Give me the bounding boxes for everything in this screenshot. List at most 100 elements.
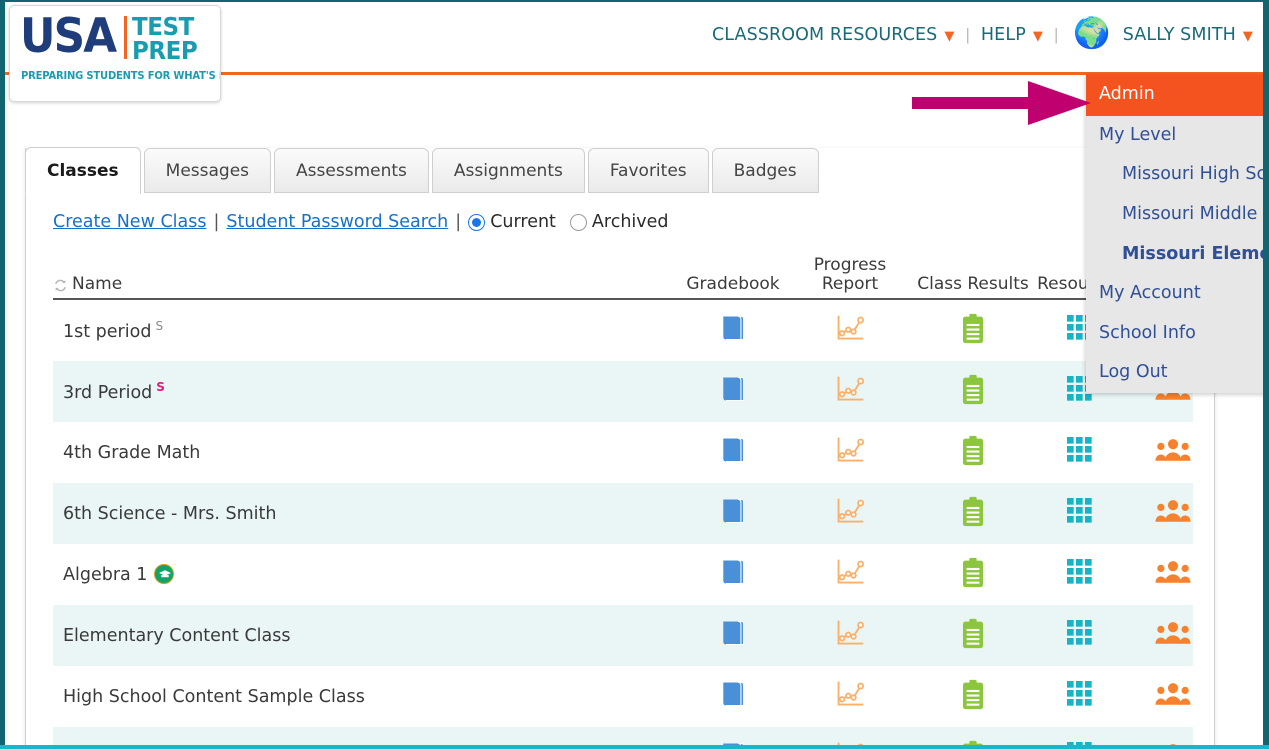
dropdown-item-log-out[interactable]: Log Out	[1086, 353, 1263, 393]
table-row[interactable]: Algebra 1	[53, 544, 1193, 605]
gradebook-icon[interactable]	[663, 618, 803, 653]
class-name-cell: 1st period S	[63, 319, 163, 342]
progress-report-icon[interactable]	[790, 374, 910, 409]
column-header-progress-report-line1: Progress	[813, 254, 887, 275]
progress-report-icon[interactable]	[790, 313, 910, 348]
students-icon[interactable]	[1118, 560, 1228, 589]
table-row[interactable]: 3rd Period S	[53, 361, 1193, 422]
dropdown-item-label: Log Out	[1099, 362, 1168, 383]
tab-label: Favorites	[609, 160, 687, 181]
class-name-label: 4th Grade Math	[63, 442, 201, 463]
dropdown-item-my-account[interactable]: My Account	[1086, 274, 1263, 314]
nav-user-label: SALLY SMITH	[1122, 25, 1236, 45]
gradebook-icon[interactable]	[663, 557, 803, 592]
students-icon[interactable]	[1118, 499, 1228, 528]
dropdown-item-school-info[interactable]: School Info	[1086, 314, 1263, 354]
students-icon[interactable]	[1118, 682, 1228, 711]
globe-icon[interactable]: 🌍	[1073, 19, 1110, 49]
site-logo[interactable]: USA TEST PREP PREPARING STUDENTS FOR WHA…	[9, 5, 221, 102]
progress-report-icon[interactable]	[790, 679, 910, 714]
tab-badges[interactable]: Badges	[711, 148, 819, 193]
graduation-cap-badge-icon	[154, 564, 175, 584]
table-row[interactable]: High School Content Sample Class	[53, 666, 1193, 727]
tab-label: Assessments	[296, 160, 407, 181]
dropdown-item-label: My Account	[1099, 283, 1201, 304]
students-icon[interactable]	[1118, 621, 1228, 650]
window-frame-right	[1263, 0, 1269, 749]
table-header-row: Name Gradebook Progress Report Class Res…	[53, 252, 1193, 300]
table-row[interactable]: 1st period S	[53, 300, 1193, 361]
student-password-search-link[interactable]: Student Password Search	[226, 212, 448, 232]
radio-archived-indicator	[569, 213, 587, 231]
tab-assessments[interactable]: Assessments	[274, 148, 429, 193]
progress-report-icon[interactable]	[790, 435, 910, 470]
radio-archived-label: Archived	[591, 212, 669, 232]
tab-classes[interactable]: Classes	[25, 147, 141, 194]
gradebook-icon[interactable]	[663, 435, 803, 470]
dropdown-item-label: Missouri High School	[1122, 164, 1263, 185]
nav-separator: |	[965, 25, 970, 44]
toolbar-separator: |	[455, 212, 462, 232]
class-name-cell: 3rd Period S	[63, 380, 165, 403]
nav-classroom-resources-label: CLASSROOM RESOURCES	[711, 25, 938, 45]
radio-current[interactable]: Current	[468, 212, 570, 232]
classes-toolbar: Create New Class | Student Password Sear…	[53, 212, 683, 232]
table-row[interactable]: Elementary Content Class	[53, 605, 1193, 666]
class-name-label: Elementary Content Class	[63, 625, 291, 646]
gradebook-icon[interactable]	[663, 496, 803, 531]
dropdown-item-label: Missouri Elementary School	[1122, 243, 1263, 264]
annotation-arrow	[912, 81, 1091, 125]
nav-classroom-resources[interactable]: CLASSROOM RESOURCES ▼	[712, 25, 955, 45]
chevron-down-icon: ▼	[944, 28, 955, 44]
chevron-down-icon: ▼	[1032, 28, 1043, 44]
gradebook-icon[interactable]	[663, 313, 803, 348]
logo-usa-text: USA	[20, 9, 117, 64]
header-nav: CLASSROOM RESOURCES ▼ | HELP ▼ | 🌍 SALLY…	[712, 19, 1253, 50]
progress-report-icon[interactable]	[790, 557, 910, 592]
window-frame-bottom	[0, 745, 1269, 749]
user-dropdown-menu: Admin My Level Missouri High School Missour…	[1086, 74, 1263, 393]
dropdown-item-missouri-middle-school[interactable]: Missouri Middle School	[1086, 195, 1263, 235]
tab-label: Badges	[733, 160, 797, 181]
nav-separator: |	[1053, 25, 1059, 44]
column-header-progress-report: Progress Report	[790, 254, 910, 294]
dropdown-item-my-level[interactable]: My Level	[1086, 116, 1263, 156]
table-row[interactable]: Middle School Content Sample Class	[53, 727, 1193, 745]
class-name-label: 3rd Period	[63, 382, 153, 403]
dropdown-item-missouri-elementary-school[interactable]: Missouri Elementary School	[1086, 235, 1263, 275]
gradebook-icon[interactable]	[663, 374, 803, 409]
class-name-label: Algebra 1	[63, 565, 148, 585]
column-header-name[interactable]: Name	[53, 274, 122, 294]
radio-current-indicator	[468, 213, 486, 231]
tab-favorites[interactable]: Favorites	[587, 148, 709, 193]
class-name-cell: 4th Grade Math	[63, 443, 200, 463]
progress-report-icon[interactable]	[790, 496, 910, 531]
nav-user-menu[interactable]: SALLY SMITH ▼	[1123, 25, 1253, 45]
nav-help[interactable]: HELP ▼	[981, 25, 1043, 45]
class-name-cell: Algebra 1	[63, 564, 175, 585]
class-name-label: 1st period	[63, 321, 152, 342]
window-frame-left	[0, 0, 5, 749]
create-new-class-link[interactable]: Create New Class	[53, 212, 206, 232]
tab-assignments[interactable]: Assignments	[431, 148, 585, 193]
table-row[interactable]: 4th Grade Math	[53, 422, 1193, 483]
tab-label: Assignments	[453, 160, 563, 181]
students-icon[interactable]	[1118, 438, 1228, 467]
logo-tagline: PREPARING STUDENTS FOR WHAT'S NEXT	[21, 70, 220, 82]
logo-divider-bar	[124, 16, 128, 59]
classes-table: Name Gradebook Progress Report Class Res…	[53, 252, 1193, 745]
table-body: 1st period S 3rd Period S 4th Grade Math 6th …	[53, 300, 1193, 745]
dropdown-item-missouri-high-school[interactable]: Missouri High School	[1086, 155, 1263, 195]
logo-testprep-text: TEST PREP	[132, 14, 198, 63]
progress-report-icon[interactable]	[790, 618, 910, 653]
class-name-label: High School Content Sample Class	[63, 686, 365, 707]
radio-archived[interactable]: Archived	[569, 212, 683, 232]
dropdown-item-admin[interactable]: Admin	[1086, 74, 1263, 116]
gradebook-icon[interactable]	[663, 679, 803, 714]
window-frame-top	[0, 0, 1269, 2]
tab-label: Classes	[47, 160, 119, 181]
class-name-label: 6th Science - Mrs. Smith	[63, 503, 277, 524]
class-name-cell: High School Content Sample Class	[63, 687, 365, 707]
table-row[interactable]: 6th Science - Mrs. Smith	[53, 483, 1193, 544]
tab-messages[interactable]: Messages	[143, 148, 272, 193]
